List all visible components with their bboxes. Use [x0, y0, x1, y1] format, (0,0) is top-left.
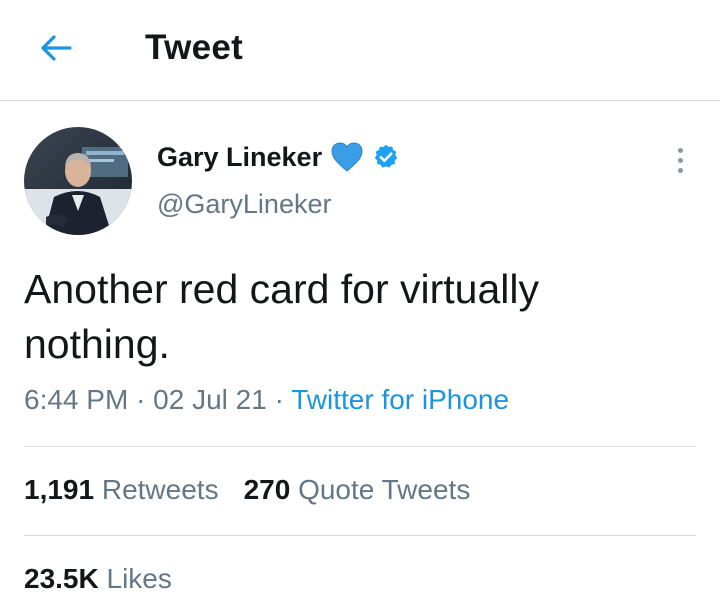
retweets-stat[interactable]: 1,191 Retweets: [24, 474, 219, 506]
avatar[interactable]: [24, 127, 132, 235]
quote-tweets-stat[interactable]: 270 Quote Tweets: [244, 474, 471, 506]
page-title: Tweet: [145, 28, 244, 67]
retweets-label: Retweets: [101, 474, 219, 505]
author-name-row[interactable]: Gary Lineker: [157, 139, 400, 175]
tweet-source-link[interactable]: Twitter for iPhone: [291, 384, 509, 415]
divider: [24, 535, 696, 536]
meta-separator: ·: [274, 384, 284, 415]
quote-tweets-label: Quote Tweets: [298, 474, 471, 505]
avatar-photo: [24, 127, 132, 235]
likes-count: 23.5K: [24, 563, 99, 594]
retweets-count: 1,191: [24, 474, 95, 505]
tweet-date: 02 Jul 21: [153, 384, 267, 415]
tweet-time: 6:44 PM: [24, 384, 129, 415]
engagement-stats: 1,191 Retweets 270 Quote Tweets: [24, 474, 470, 506]
quote-tweets-count: 270: [243, 474, 291, 505]
arrow-left-icon: [41, 35, 72, 61]
verified-badge-icon: [374, 144, 398, 168]
tweet-meta: 6:44 PM · 02 Jul 21 · Twitter for iPhone: [24, 384, 509, 416]
likes-stat[interactable]: 23.5K Likes: [24, 563, 172, 595]
more-dot: [677, 167, 683, 173]
top-bar: Tweet: [0, 0, 720, 101]
blue-heart-icon: [331, 142, 363, 172]
more-dot: [677, 147, 683, 153]
more-dot: [677, 157, 683, 163]
back-button[interactable]: [36, 28, 76, 68]
divider: [24, 446, 696, 447]
display-name: Gary Lineker: [157, 141, 323, 172]
tweet-text: Another red card for virtually nothing.: [24, 266, 540, 367]
user-handle[interactable]: @GaryLineker: [157, 189, 331, 220]
likes-label: Likes: [106, 563, 172, 594]
meta-separator: ·: [136, 384, 146, 415]
more-options-button[interactable]: [664, 140, 696, 180]
